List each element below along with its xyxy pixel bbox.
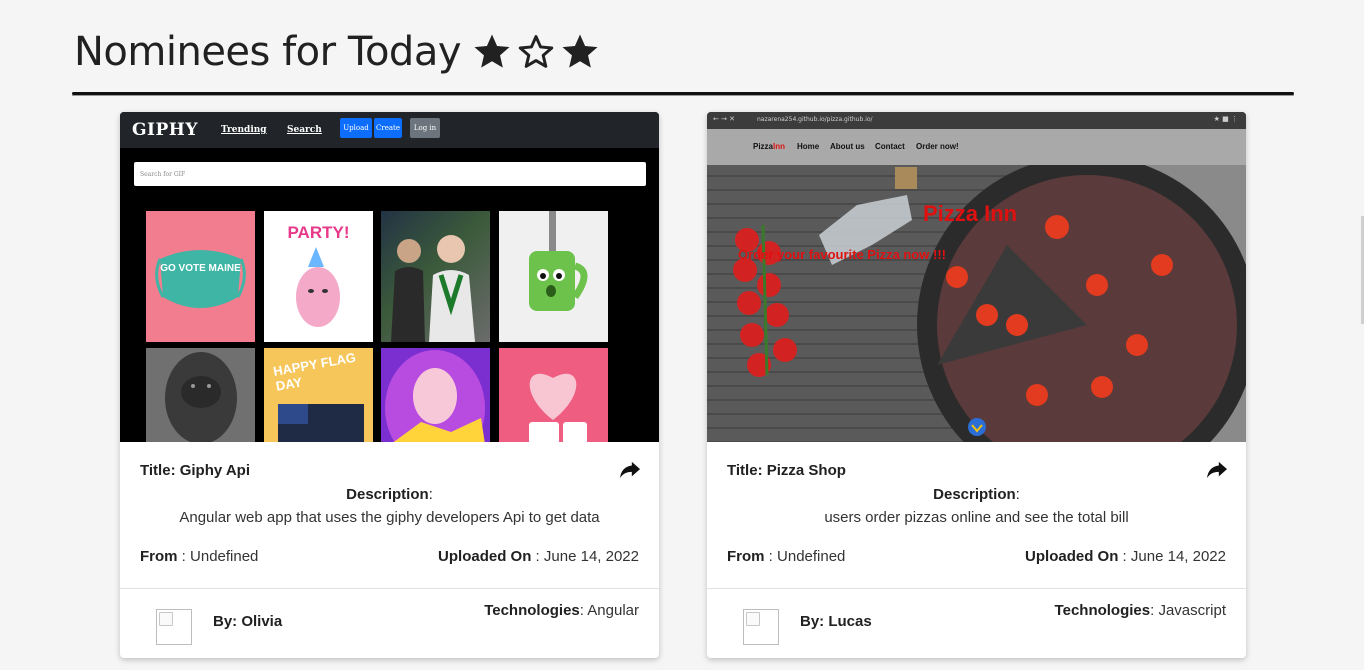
giphy-app-screenshot: GIPHY Trending Search Upload Create Log … [120, 112, 659, 442]
project-screenshot[interactable]: ← → ✕ nazarena254.github.io/pizza.github… [707, 112, 1246, 442]
star-filled-icon [474, 34, 510, 68]
gif-tile [499, 211, 608, 342]
author-name: By: Olivia [213, 613, 283, 630]
pizza-hero: Pizza Inn Order your favourite Pizza now… [707, 165, 1246, 442]
technologies-field: Technologies: Javascript [1054, 602, 1226, 619]
browser-toolbar: ← → ✕ nazarena254.github.io/pizza.github… [707, 112, 1246, 129]
avatar [743, 609, 779, 645]
rating-stars [471, 31, 601, 73]
uploaded-on-field: Uploaded On : June 14, 2022 [1025, 548, 1226, 565]
gif-tile [499, 348, 608, 442]
share-icon[interactable] [619, 460, 641, 480]
pizza-app-screenshot: ← → ✕ nazarena254.github.io/pizza.github… [707, 112, 1246, 442]
browser-url: nazarena254.github.io/pizza.github.io/ [757, 116, 873, 123]
project-description: users order pizzas online and see the to… [824, 509, 1129, 526]
description-heading: Description: [346, 486, 433, 503]
heading-divider [72, 92, 1294, 96]
section-title: Nominees for Today [74, 29, 462, 75]
uploaded-on-field: Uploaded On : June 14, 2022 [438, 548, 639, 565]
pizza-nav-contact: Contact [875, 142, 905, 151]
pizza-nav-home: Home [797, 142, 820, 151]
card-body: Title: Pizza Shop Description: users ord… [707, 442, 1246, 658]
gif-tile: HAPPY FLAG DAY [264, 348, 373, 442]
giphy-upload-button: Upload [340, 118, 372, 138]
pizza-site-nav: PizzaInn Home About us Contact Order now… [707, 129, 1246, 165]
giphy-link-search: Search [287, 125, 322, 135]
pizza-hero-subtitle: Order your favourite Pizza now !!! [737, 247, 947, 262]
card-body: Title: Giphy Api Description: Angular we… [120, 442, 659, 658]
from-field: From : Undefined [140, 548, 259, 565]
card-divider [120, 588, 659, 589]
author-name: By: Lucas [800, 613, 872, 630]
gif-tile [146, 348, 255, 442]
card-divider [707, 588, 1246, 589]
share-icon[interactable] [1206, 460, 1228, 480]
project-title: Title: Pizza Shop [727, 462, 846, 479]
gif-tile [381, 211, 490, 342]
giphy-link-trending: Trending [221, 125, 267, 135]
giphy-search-input: Search for GIF [134, 162, 646, 186]
project-screenshot[interactable]: GIPHY Trending Search Upload Create Log … [120, 112, 659, 442]
giphy-create-button: Create [374, 118, 402, 138]
gif-tile-text: GO VOTE MAINE [160, 263, 241, 274]
star-outline-icon [518, 35, 554, 68]
gif-tile: PARTY! [264, 211, 373, 342]
pizza-brand: PizzaInn [753, 142, 786, 151]
technologies-field: Technologies: Angular [484, 602, 639, 619]
nominee-card: ← → ✕ nazarena254.github.io/pizza.github… [707, 112, 1246, 658]
giphy-navbar: GIPHY Trending Search Upload Create Log … [120, 112, 659, 148]
gif-tile [381, 348, 490, 442]
gif-tile: GO VOTE MAINE [146, 211, 255, 342]
project-title: Title: Giphy Api [140, 462, 251, 479]
pizza-nav-order: Order now! [916, 142, 959, 151]
pizza-hero-title: Pizza Inn [923, 201, 1018, 226]
section-heading: Nominees for Today [74, 26, 601, 78]
giphy-login-button: Log in [410, 118, 440, 138]
giphy-logo: GIPHY [132, 120, 198, 140]
description-heading: Description: [933, 486, 1020, 503]
project-description: Angular web app that uses the giphy deve… [179, 509, 600, 526]
star-filled-icon [562, 34, 598, 68]
from-field: From : Undefined [727, 548, 846, 565]
pizza-nav-about: About us [830, 142, 865, 151]
nominee-card: GIPHY Trending Search Upload Create Log … [120, 112, 659, 658]
avatar [156, 609, 192, 645]
